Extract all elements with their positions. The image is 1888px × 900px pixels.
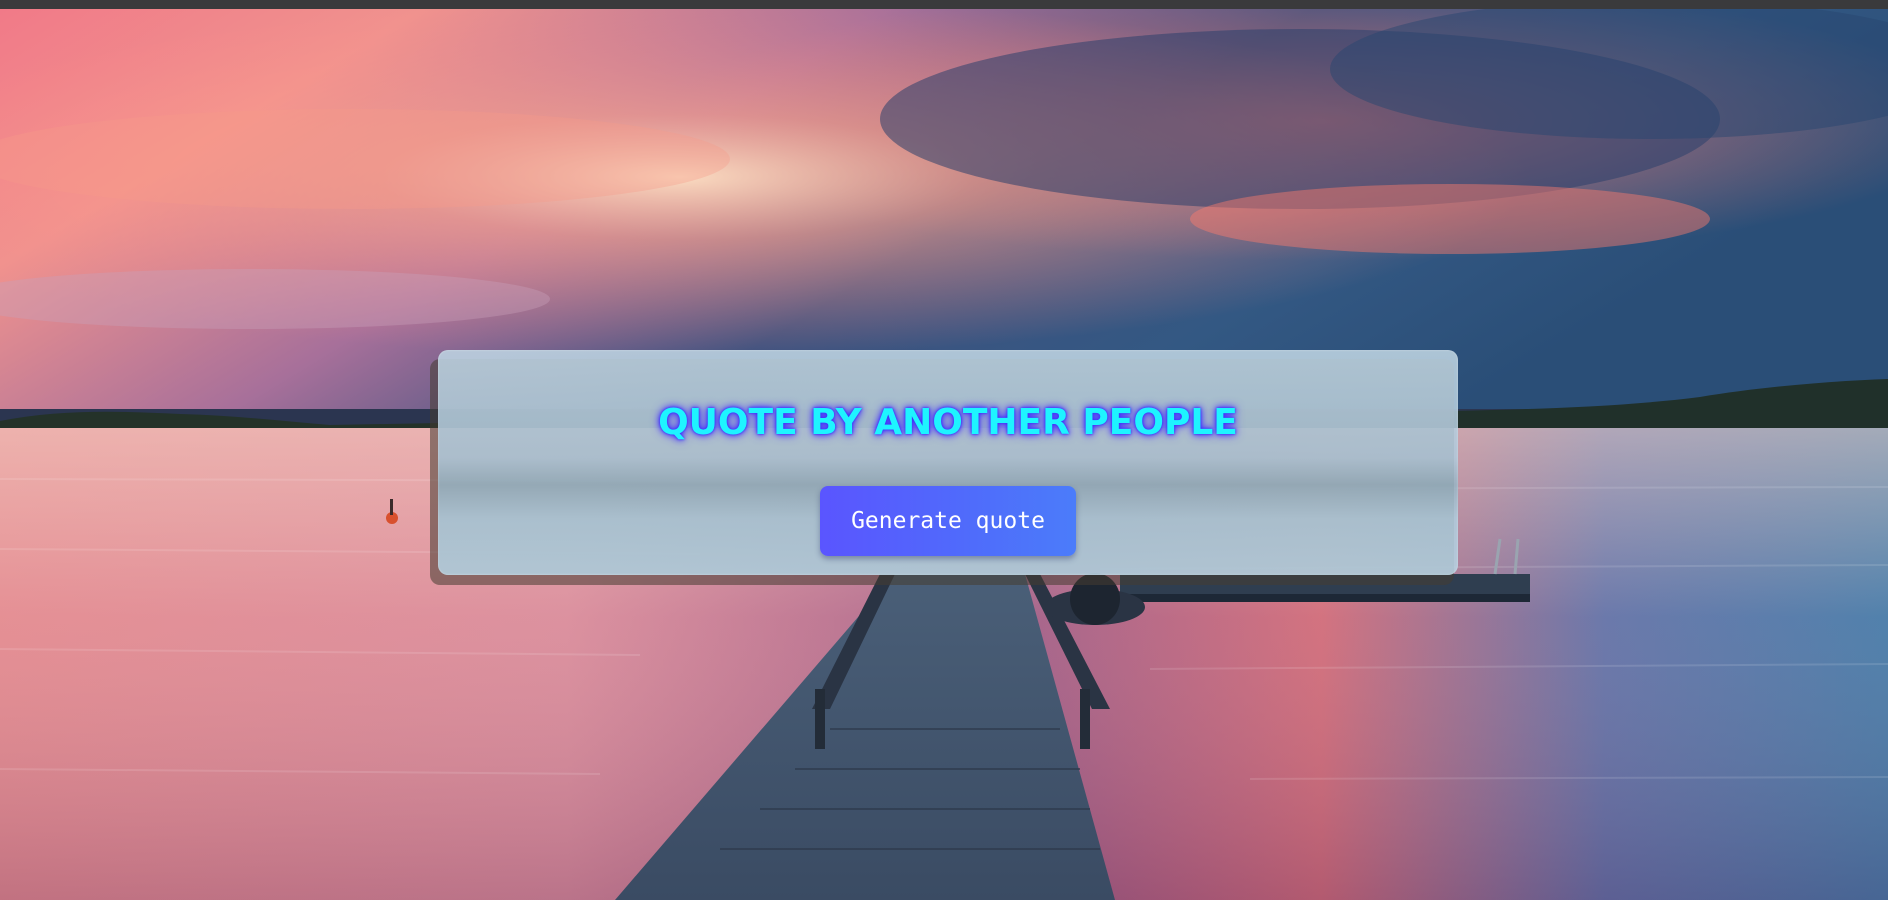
- page-title: QUOTE BY ANOTHER PEOPLE: [658, 402, 1238, 443]
- quote-card: QUOTE BY ANOTHER PEOPLE Generate quote: [438, 350, 1458, 575]
- window-top-bar: [0, 0, 1888, 9]
- page: QUOTE BY ANOTHER PEOPLE Generate quote: [0, 0, 1888, 900]
- generate-quote-button[interactable]: Generate quote: [820, 486, 1076, 556]
